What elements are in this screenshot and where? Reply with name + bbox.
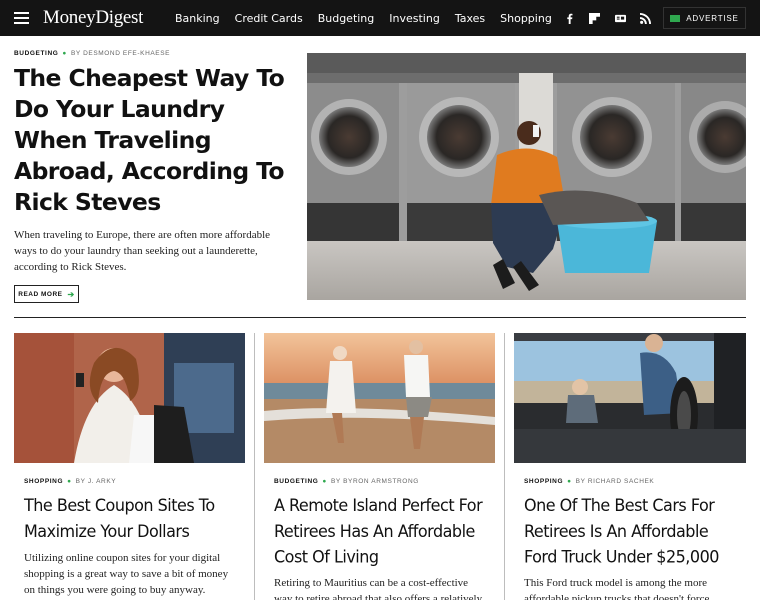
card-2-kicker: BUDGETING ● BY BYRON ARMSTRONG [274,478,419,485]
section-divider [14,317,746,318]
card-2-byline[interactable]: BY BYRON ARMSTRONG [331,478,419,485]
card-2-category[interactable]: BUDGETING [274,478,318,485]
flipboard-icon[interactable] [585,0,603,36]
card-image-beach[interactable] [264,333,495,463]
top-nav-bar: MoneyDigest Banking Credit Cards Budgeti… [0,0,760,36]
nav-investing[interactable]: Investing [389,12,440,25]
site-logo[interactable]: MoneyDigest [43,7,143,29]
advertise-label: ADVERTISE [686,13,739,23]
nav-taxes[interactable]: Taxes [455,12,485,25]
rss-icon[interactable] [636,0,654,36]
hero-byline[interactable]: BY DESMOND EFE-KHAESE [71,50,170,57]
nav-banking[interactable]: Banking [175,12,220,25]
card-3-description: This Ford truck model is among the more … [524,577,710,600]
card-2-title[interactable]: A Remote Island Perfect For Retirees Has… [274,493,486,570]
hero-kicker: BUDGETING ● BY DESMOND EFE-KHAESE [14,50,170,57]
hero-description: When traveling to Europe, there are ofte… [14,229,271,273]
card-1-description: Utilizing online coupon sites for your d… [24,552,229,596]
hero-category[interactable]: BUDGETING [14,50,58,57]
kicker-dot: ● [567,478,572,485]
kicker-dot: ● [322,478,327,485]
nav-budgeting[interactable]: Budgeting [318,12,375,25]
card-1-kicker: SHOPPING ● BY J. ARKY [24,478,116,485]
hero-image-laundromat[interactable] [307,53,746,300]
kicker-dot: ● [67,478,72,485]
card-3-byline[interactable]: BY RICHARD SACHEK [576,478,655,485]
card-1-category[interactable]: SHOPPING [24,478,63,485]
nav-shopping[interactable]: Shopping [500,12,552,25]
card-3-kicker: SHOPPING ● BY RICHARD SACHEK [524,478,654,485]
google-news-icon[interactable] [611,0,629,36]
hamburger-menu-icon[interactable] [14,12,29,24]
card-separator [254,333,255,600]
card-1-byline[interactable]: BY J. ARKY [76,478,117,485]
main-nav: Banking Credit Cards Budgeting Investing… [175,0,567,36]
card-2-description: Retiring to Mauritius can be a cost-effe… [274,577,483,600]
card-image-shopping[interactable] [14,333,245,463]
card-3-title[interactable]: One Of The Best Cars For Retirees Is An … [524,493,738,570]
advertise-button[interactable]: ADVERTISE [663,7,746,29]
megaphone-icon [670,14,681,22]
nav-credit-cards[interactable]: Credit Cards [235,12,303,25]
kicker-dot: ● [62,50,67,57]
card-separator [504,333,505,600]
arrow-right-icon: ➔ [67,289,75,299]
hero-headline[interactable]: The Cheapest Way To Do Your Laundry When… [14,63,294,218]
card-3-category[interactable]: SHOPPING [524,478,563,485]
read-more-button[interactable]: READ MORE ➔ [14,285,79,303]
facebook-icon[interactable] [560,0,578,36]
card-1-title[interactable]: The Best Coupon Sites To Maximize Your D… [24,493,236,544]
read-more-label: READ MORE [18,290,63,298]
card-image-truck[interactable] [514,333,746,463]
